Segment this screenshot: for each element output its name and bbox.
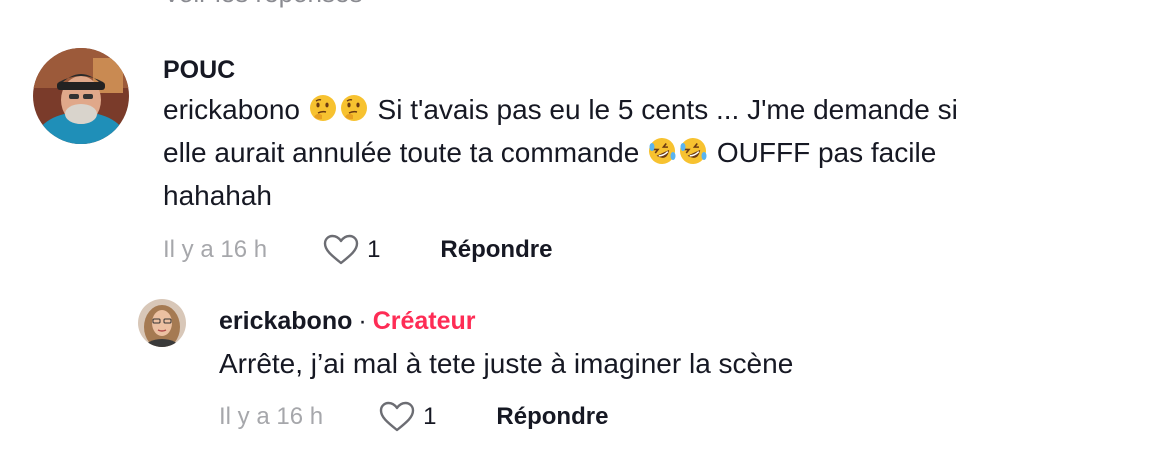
avatar[interactable] (33, 48, 129, 144)
like-button[interactable]: 1 (379, 401, 436, 433)
thinking-face-emoji-icon (308, 92, 338, 122)
view-replies-cutoff[interactable]: Voir les réponses (163, 0, 362, 9)
like-count: 1 (367, 236, 381, 263)
reply-button[interactable]: Répondre (440, 236, 552, 264)
heart-icon (323, 234, 359, 265)
comment-timestamp: Il y a 16 h (163, 236, 268, 263)
comment-actions: Il y a 16 h 1 Répondre (163, 234, 552, 266)
reply-username[interactable]: erickabono (219, 307, 352, 335)
heart-icon (379, 401, 415, 432)
like-button[interactable]: 1 (323, 234, 380, 266)
reply-timestamp: Il y a 16 h (219, 403, 324, 430)
rolling-laughing-emoji-icon (647, 135, 677, 165)
reply-username-row: erickabono · Créateur (219, 307, 476, 336)
separator-dot: · (358, 307, 367, 335)
reply-actions: Il y a 16 h 1 Répondre (219, 401, 608, 433)
comment-text-part: hahahah (163, 180, 273, 211)
reply-button[interactable]: Répondre (496, 403, 608, 431)
reply-text: Arrête, j’ai mal à tete juste à imaginer… (219, 348, 794, 379)
comment-text-part: elle aurait annulée toute ta commande (163, 137, 640, 168)
like-count: 1 (423, 403, 437, 430)
avatar-photo-icon (33, 48, 129, 144)
avatar[interactable] (138, 299, 186, 347)
rolling-laughing-emoji-icon (678, 135, 708, 165)
comment-text: erickabono Si t'avais pas eu le 5 cents … (163, 88, 1123, 217)
mention[interactable]: erickabono (163, 94, 300, 125)
creator-badge: Créateur (372, 307, 476, 335)
comment-text-part: Si t'avais pas eu le 5 cents ... J'me de… (377, 94, 958, 125)
avatar-photo-icon (138, 299, 186, 347)
comment-text-part: OUFFF pas facile (716, 137, 937, 168)
thinking-face-emoji-icon (339, 92, 369, 122)
comment-username[interactable]: POUC (163, 56, 235, 85)
